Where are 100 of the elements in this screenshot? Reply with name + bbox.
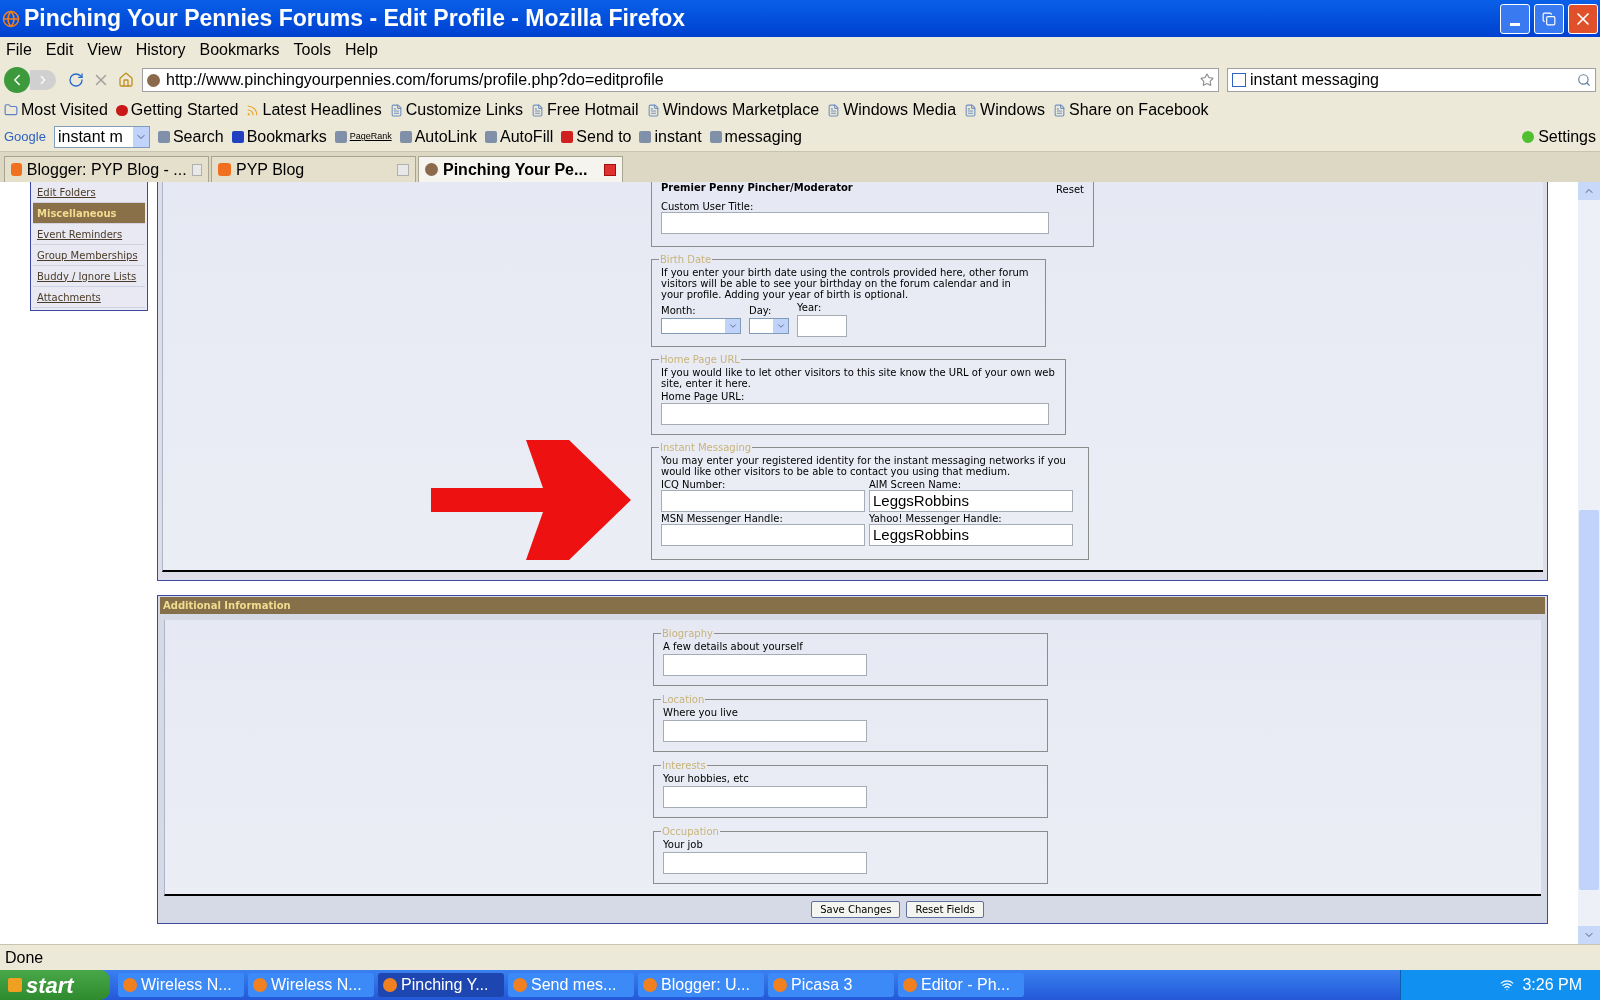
field-label: Yahoo! Messenger Handle: — [869, 513, 1003, 524]
text-field[interactable] — [663, 654, 867, 676]
group-description: A few details about yourself — [663, 641, 804, 652]
form-button[interactable]: Reset Fields — [906, 901, 984, 918]
group-description: You may enter your registered identity for the instant messaging networks if you would like other visitors to be able to contact you using that medium. — [661, 455, 1067, 477]
text-field[interactable] — [663, 720, 867, 742]
back-button[interactable] — [4, 67, 30, 93]
group-legend: Occupation — [661, 824, 720, 839]
toolbar-icon — [561, 131, 574, 143]
start-button[interactable]: start — [0, 970, 110, 1000]
group-legend: Home Page URL — [659, 352, 741, 367]
field-label: Home Page URL: — [661, 391, 746, 402]
group-description: Your hobbies, etc — [663, 773, 750, 784]
toolbar-button[interactable]: AutoFill — [499, 125, 554, 149]
toolbar-icon — [484, 131, 497, 143]
sidebar-item[interactable]: Attachments — [33, 287, 145, 308]
bookmark-link[interactable]: Most Visited — [21, 98, 108, 122]
toolbar-button[interactable]: messaging — [724, 125, 802, 149]
group-legend: Location — [661, 692, 706, 707]
scroll-down-icon[interactable] — [1578, 926, 1600, 944]
sidebar-item[interactable]: Event Reminders — [33, 224, 145, 245]
bookmark-link[interactable]: Windows Marketplace — [662, 98, 820, 122]
field-label: Day: — [749, 305, 773, 316]
group-description: If you would like to let other visitors to this site know the URL of your own web site, enter it here. — [661, 367, 1056, 389]
taskbar-button[interactable]: Pinching Y... — [378, 973, 504, 997]
restore-button[interactable] — [1534, 3, 1564, 34]
menu-item[interactable]: Tools — [293, 38, 331, 62]
bookmark-link[interactable]: Free Hotmail — [547, 98, 639, 122]
field-label: MSN Messenger Handle: — [661, 513, 784, 524]
text-field[interactable] — [661, 490, 865, 512]
search-field[interactable]: instant messaging — [1227, 68, 1596, 92]
browser-tab[interactable]: Blogger: PYP Blog - ... — [4, 156, 209, 182]
text-field[interactable]: LeggsRobbins — [869, 490, 1073, 512]
text-field[interactable]: LeggsRobbins — [869, 524, 1073, 546]
menu-item[interactable]: Edit — [45, 38, 74, 62]
toolbar-search-field[interactable]: instant m — [53, 126, 150, 148]
minimize-button[interactable] — [1500, 3, 1530, 34]
group-legend: Biography — [661, 626, 714, 641]
user-title: Premier Penny Pincher/Moderator — [661, 182, 853, 193]
app-icon — [903, 978, 917, 992]
home-icon[interactable] — [118, 72, 134, 88]
text-field[interactable] — [661, 212, 1049, 234]
tab-favicon-icon — [11, 163, 22, 176]
sidebar-item[interactable]: Buddy / Ignore Lists — [33, 266, 145, 287]
text-field[interactable] — [797, 315, 847, 337]
toolbar-button[interactable]: AutoLink — [414, 125, 477, 149]
menu-item[interactable]: File — [6, 38, 32, 62]
page-icon — [531, 103, 545, 117]
toolbar-button[interactable]: Send to — [576, 125, 632, 149]
forward-button[interactable] — [30, 70, 56, 90]
reset-link[interactable]: Reset — [1056, 182, 1084, 197]
text-field[interactable] — [661, 524, 865, 546]
toolbar-button[interactable]: PageRank — [349, 130, 392, 144]
browser-tab[interactable]: Pinching Your Pe... — [418, 156, 623, 182]
page-icon — [827, 103, 841, 117]
toolbar-icon — [231, 131, 244, 143]
page-icon — [964, 103, 978, 117]
bookmark-link[interactable]: Getting Started — [130, 98, 239, 122]
bookmark-star-icon[interactable] — [1200, 73, 1214, 87]
sidebar-item[interactable]: Group Memberships — [33, 245, 145, 266]
form-button[interactable]: Save Changes — [811, 901, 901, 918]
text-field[interactable] — [663, 852, 867, 874]
toolbar-icon — [709, 131, 722, 143]
status-text: Done — [5, 947, 44, 968]
scrollbar[interactable] — [1578, 182, 1600, 944]
feed-icon — [246, 103, 260, 117]
tab-favicon-icon — [425, 163, 438, 176]
field-label: Custom User Title: — [661, 201, 755, 212]
menu-item[interactable]: View — [87, 38, 122, 62]
reload-icon[interactable] — [68, 72, 84, 88]
field-label: Year: — [797, 302, 823, 313]
bookmark-link[interactable]: Customize Links — [405, 98, 524, 122]
menu-item[interactable]: Help — [344, 38, 378, 62]
toolbar-button[interactable]: Bookmarks — [246, 125, 327, 149]
scroll-up-icon[interactable] — [1578, 182, 1600, 200]
toolbar-button[interactable]: Search — [172, 125, 224, 149]
bookmark-link[interactable]: Latest Headlines — [262, 98, 382, 122]
address-field[interactable]: http://www.pinchingyourpennies.com/forums/profile.php?do=editprofile — [142, 68, 1219, 92]
section-header: Additional Information — [160, 597, 1545, 614]
browser-tab[interactable]: PYP Blog — [211, 156, 416, 182]
dropdown-field[interactable] — [661, 318, 741, 334]
text-field[interactable] — [661, 403, 1049, 425]
group-description: Your job — [663, 839, 704, 850]
bookmark-link[interactable]: Windows Media — [843, 98, 957, 122]
dropdown-field[interactable] — [749, 318, 789, 334]
settings-button[interactable]: Settings — [1538, 125, 1596, 149]
folder-icon — [4, 103, 18, 117]
bookmark-link[interactable]: Share on Facebook — [1068, 98, 1209, 122]
toolbar-button[interactable]: instant — [654, 125, 702, 149]
text-field[interactable] — [663, 786, 867, 808]
close-button[interactable] — [1568, 3, 1598, 34]
wifi-icon[interactable] — [1500, 978, 1515, 992]
search-icon[interactable] — [1577, 73, 1591, 87]
tab-close-icon[interactable] — [604, 163, 616, 176]
menu-item[interactable]: Bookmarks — [199, 38, 280, 62]
bookmark-link[interactable]: Windows — [980, 98, 1045, 122]
browser-icon — [2, 9, 20, 28]
app-icon — [383, 978, 397, 992]
app-icon — [513, 978, 527, 992]
menu-item[interactable]: History — [135, 38, 186, 62]
